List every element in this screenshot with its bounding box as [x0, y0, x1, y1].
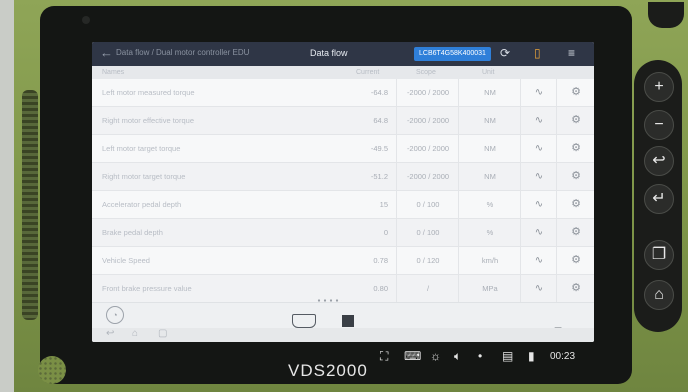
waveform-icon[interactable]: ∿	[520, 79, 557, 106]
nav-home-icon[interactable]: ⌂	[132, 328, 138, 339]
table-row[interactable]: Brake pedal depth 0 0 / 100 % ∿ ⚙	[92, 219, 594, 247]
table-row[interactable]: Right motor target torque -51.2 -2000 / …	[92, 163, 594, 191]
row-unit: NM	[458, 107, 521, 134]
enter-hardware-button[interactable]: ↵	[644, 184, 674, 214]
row-current: 0.78	[373, 256, 388, 265]
screenshot-icon[interactable]: ⛶	[380, 349, 388, 364]
obd-connector-icon[interactable]	[292, 314, 316, 328]
waveform-icon[interactable]: ∿	[520, 191, 557, 218]
home-hardware-button[interactable]: ⌂	[644, 280, 674, 310]
row-current: 0.80	[373, 284, 388, 293]
table-row[interactable]: Left motor measured torque -64.8 -2000 /…	[92, 79, 594, 107]
row-current: -64.8	[370, 88, 388, 97]
row-unit: NM	[458, 135, 521, 162]
breadcrumb: Data flow / Dual motor controller EDU	[116, 48, 250, 57]
volume-up-button[interactable]: +	[644, 72, 674, 102]
window-hardware-button[interactable]: ❐	[644, 240, 674, 270]
row-scope: -2000 / 2000	[396, 135, 459, 162]
table-row[interactable]: Vehicle Speed 0.78 0 / 120 km/h ∿ ⚙	[92, 247, 594, 275]
row-current: 0	[383, 228, 388, 237]
top-bumper	[648, 2, 684, 28]
tablet-screen: ← Data flow / Dual motor controller EDU …	[92, 42, 594, 342]
front-camera	[82, 16, 90, 24]
row-unit: NM	[458, 163, 521, 190]
speedometer-icon[interactable]: ◔	[106, 306, 124, 324]
battery-icon: ▮	[528, 349, 535, 363]
row-unit: km/h	[458, 247, 521, 274]
row-scope: 0 / 100	[396, 191, 459, 218]
row-name: Left motor measured torque	[102, 88, 195, 97]
system-status-bar: ⛶ ⌨ ☼ 🔈︎ • ▤ ▮ 00:23	[370, 346, 590, 368]
keyboard-icon[interactable]: ⌨	[404, 349, 421, 363]
waveform-icon[interactable]: ∿	[520, 107, 557, 134]
settings-gear-icon[interactable]: ⚙	[556, 219, 594, 246]
brightness-icon[interactable]: ☼	[430, 349, 441, 363]
table-row[interactable]: Right motor effective torque 64.8 -2000 …	[92, 107, 594, 135]
row-scope: 0 / 100	[396, 219, 459, 246]
refresh-icon[interactable]: ⟳	[500, 46, 510, 60]
android-nav-bar: ↩ ⌂ ▢	[92, 328, 594, 342]
row-name: Front brake pressure value	[102, 284, 192, 293]
settings-gear-icon[interactable]: ⚙	[556, 79, 594, 106]
stop-record-button[interactable]	[342, 315, 354, 327]
message-icon[interactable]: ▤	[502, 349, 513, 363]
settings-gear-icon[interactable]: ⚙	[556, 135, 594, 162]
column-header-names: Names	[102, 69, 125, 76]
table-row[interactable]: Left motor target torque -49.5 -2000 / 2…	[92, 135, 594, 163]
row-unit: NM	[458, 79, 521, 106]
background-edge	[0, 0, 14, 392]
nav-back-icon[interactable]: ↩	[106, 328, 114, 339]
vin-badge: LCB6T4G58K400031	[414, 47, 491, 61]
app-header: ← Data flow / Dual motor controller EDU …	[92, 42, 594, 66]
row-scope: 0 / 120	[396, 247, 459, 274]
settings-gear-icon[interactable]: ⚙	[556, 107, 594, 134]
row-unit: %	[458, 219, 521, 246]
row-name: Brake pedal depth	[102, 228, 163, 237]
settings-gear-icon[interactable]: ⚙	[556, 247, 594, 274]
menu-icon[interactable]: ≡	[568, 46, 575, 60]
bluetooth-icon: •	[478, 349, 483, 363]
device-brand: VDS2000	[288, 361, 368, 380]
row-name: Accelerator pedal depth	[102, 200, 182, 209]
row-name: Left motor target torque	[102, 144, 181, 153]
row-current: -49.5	[370, 144, 388, 153]
settings-gear-icon[interactable]: ⚙	[556, 275, 594, 302]
report-icon[interactable]: ▯	[534, 46, 541, 60]
back-hardware-button[interactable]: ↩	[644, 146, 674, 176]
waveform-icon[interactable]: ∿	[520, 219, 557, 246]
row-name: Right motor effective torque	[102, 116, 194, 125]
nav-recent-icon[interactable]: ▢	[158, 328, 167, 339]
row-current: 64.8	[373, 116, 388, 125]
row-scope: -2000 / 2000	[396, 107, 459, 134]
column-header-current: Current	[356, 69, 380, 76]
waveform-icon[interactable]: ∿	[520, 135, 557, 162]
column-header-scope: Scope	[416, 69, 436, 76]
back-arrow-icon[interactable]: ←	[100, 45, 113, 60]
row-scope: -2000 / 2000	[396, 163, 459, 190]
volume-down-button[interactable]: −	[644, 110, 674, 140]
row-name: Vehicle Speed	[102, 256, 150, 265]
column-header-unit: Unit	[482, 69, 495, 76]
table-row[interactable]: Accelerator pedal depth 15 0 / 100 % ∿ ⚙	[92, 191, 594, 219]
clock: 00:23	[550, 351, 576, 362]
row-scope: -2000 / 2000	[396, 79, 459, 106]
waveform-icon[interactable]: ∿	[520, 247, 557, 274]
waveform-icon[interactable]: ∿	[520, 275, 557, 302]
row-unit: MPa	[458, 275, 521, 302]
row-unit: %	[458, 191, 521, 218]
waveform-icon[interactable]: ∿	[520, 163, 557, 190]
settings-gear-icon[interactable]: ⚙	[556, 191, 594, 218]
volume-icon[interactable]: 🔈︎	[454, 349, 461, 364]
row-name: Right motor target torque	[102, 172, 186, 181]
rubber-grip	[22, 90, 38, 320]
row-scope: /	[396, 275, 459, 302]
page-title: Data flow	[310, 48, 348, 58]
speaker-grille	[38, 356, 66, 384]
settings-gear-icon[interactable]: ⚙	[556, 163, 594, 190]
table-header: Names Current Scope Unit	[92, 66, 594, 79]
row-current: -51.2	[370, 172, 388, 181]
table-row[interactable]: Front brake pressure value 0.80 / MPa ∿ …	[92, 275, 594, 303]
row-current: 15	[379, 200, 388, 209]
